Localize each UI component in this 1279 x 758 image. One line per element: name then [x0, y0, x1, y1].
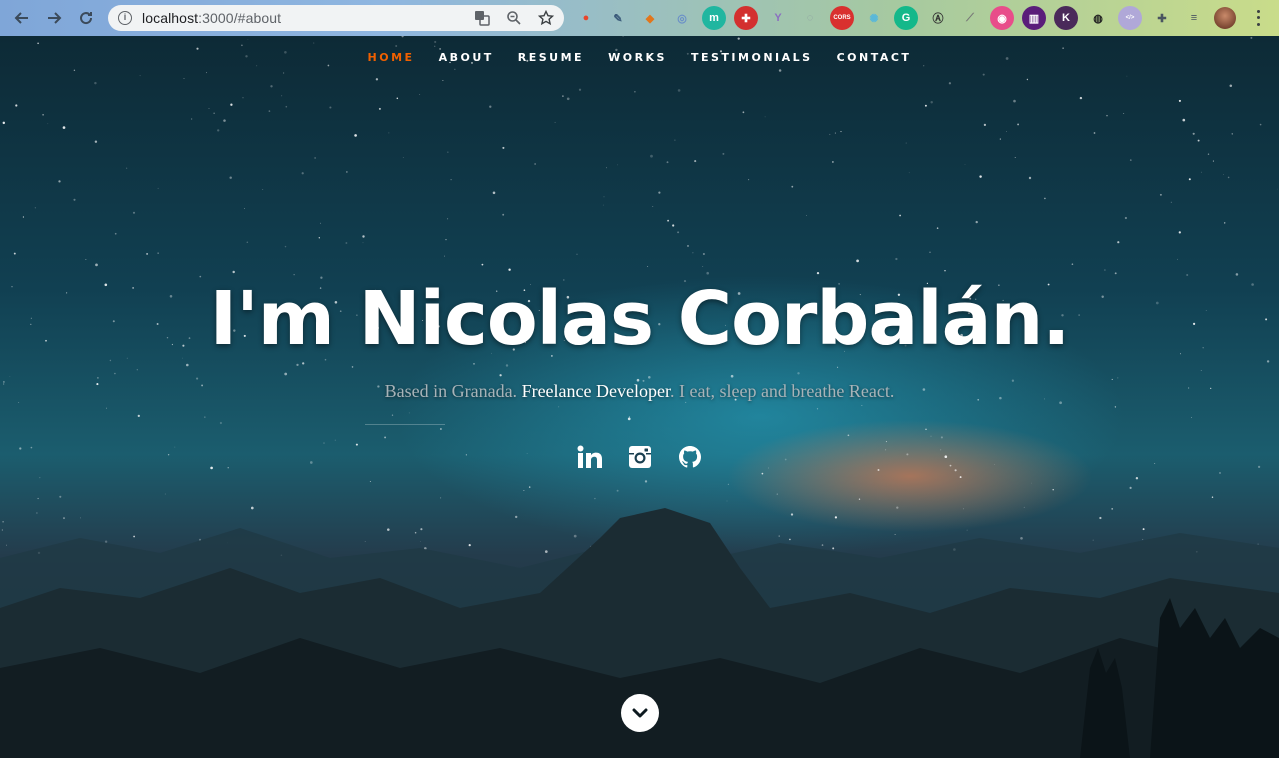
- linkedin-icon[interactable]: [577, 444, 603, 470]
- k-extension-icon[interactable]: K: [1054, 6, 1078, 30]
- address-bar[interactable]: i localhost:3000/#about: [108, 5, 564, 31]
- y-extension-icon[interactable]: Y: [766, 6, 790, 30]
- main-navigation: HOME ABOUT RESUME WORKS TESTIMONIALS CONTACT: [0, 51, 1279, 64]
- browser-menu-icon[interactable]: [1250, 8, 1266, 28]
- bookmark-star-icon[interactable]: [536, 8, 556, 28]
- circle-extension-icon[interactable]: ◌: [798, 6, 822, 30]
- nav-item-resume[interactable]: RESUME: [518, 51, 584, 64]
- scroll-down-button[interactable]: [621, 694, 659, 732]
- metamask-extension-icon[interactable]: ◆: [638, 6, 662, 30]
- tagline-divider: [365, 424, 445, 425]
- url-path: :3000/#about: [198, 10, 282, 26]
- forward-arrow-icon[interactable]: [38, 0, 70, 36]
- nav-item-home[interactable]: HOME: [368, 51, 415, 64]
- extensions-bar: ● ✎ ◆ ◎ m ✚ Y ◌ CORS ✺ G Ⓐ ⟋ ◉ ▥ K ◍ </> ✚ ≡: [574, 6, 1206, 30]
- gear-extension-icon[interactable]: ✺: [862, 6, 886, 30]
- hero-headline: I'm Nicolas Corbalán.: [209, 276, 1071, 362]
- social-links: [0, 444, 1279, 470]
- profile-avatar[interactable]: [1214, 7, 1236, 29]
- chart-extension-icon[interactable]: ▥: [1022, 6, 1046, 30]
- chevron-down-icon: [632, 708, 648, 718]
- nav-item-contact[interactable]: CONTACT: [837, 51, 912, 64]
- tagline-prefix: Based in Granada.: [384, 381, 522, 401]
- translate-icon[interactable]: [472, 8, 492, 28]
- instagram-icon[interactable]: [627, 444, 653, 470]
- browser-toolbar: i localhost:3000/#about ● ✎ ◆ ◎ m ✚ Y ◌ CORS ✺ G Ⓐ ⟋…: [0, 0, 1279, 36]
- sync-extension-icon[interactable]: ◎: [670, 6, 694, 30]
- puzzle-red-extension-icon[interactable]: ✚: [734, 6, 758, 30]
- site-info-icon[interactable]: i: [118, 11, 132, 25]
- puzzle-extension-icon[interactable]: ✚: [1150, 6, 1174, 30]
- pink-extension-icon[interactable]: ◉: [990, 6, 1014, 30]
- tagline-highlight: Freelance Developer: [521, 381, 670, 401]
- dropper-extension-icon[interactable]: ✎: [606, 6, 630, 30]
- m-extension-icon[interactable]: m: [702, 6, 726, 30]
- fire-extension-icon[interactable]: ●: [574, 6, 598, 30]
- zoom-icon[interactable]: [504, 8, 524, 28]
- url-text: localhost:3000/#about: [142, 10, 281, 26]
- back-arrow-icon[interactable]: [6, 0, 38, 36]
- url-host: localhost: [142, 10, 199, 26]
- reload-icon[interactable]: [70, 0, 102, 36]
- media-extension-icon[interactable]: ≡: [1182, 6, 1206, 30]
- grammarly-extension-icon[interactable]: G: [894, 6, 918, 30]
- tagline-suffix: . I eat, sleep and breathe React.: [669, 381, 895, 401]
- ruler-extension-icon[interactable]: ⟋: [958, 6, 982, 30]
- code-extension-icon[interactable]: </>: [1118, 6, 1142, 30]
- loop-extension-icon[interactable]: ◍: [1086, 6, 1110, 30]
- github-icon[interactable]: [677, 444, 703, 470]
- nav-item-works[interactable]: WORKS: [608, 51, 667, 64]
- cors-extension-icon[interactable]: CORS: [830, 6, 854, 30]
- hero-tagline: Based in Granada. Freelance Developer. I…: [0, 381, 1279, 402]
- hero-section: HOME ABOUT RESUME WORKS TESTIMONIALS CONTACT …: [0, 36, 1279, 758]
- nav-item-about[interactable]: ABOUT: [439, 51, 494, 64]
- nav-item-testimonials[interactable]: TESTIMONIALS: [691, 51, 813, 64]
- a-extension-icon[interactable]: Ⓐ: [926, 6, 950, 30]
